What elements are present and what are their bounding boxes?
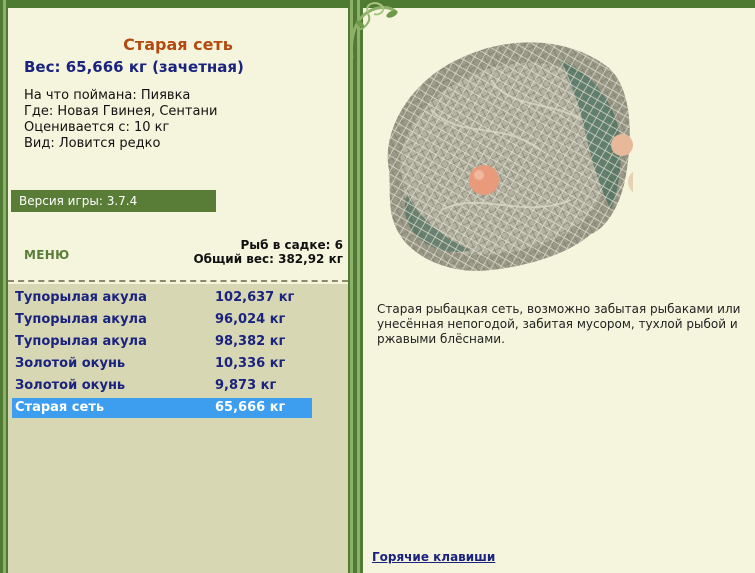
fishing-net-image bbox=[387, 42, 633, 271]
frame-stripe-left bbox=[3, 0, 6, 573]
keepnet-total-weight: Общий вес: 382,92 кг bbox=[193, 252, 343, 266]
catch-row[interactable]: Золотой окунь 9,873 кг bbox=[12, 376, 312, 396]
divider bbox=[8, 280, 348, 282]
catch-weight: 96,024 кг bbox=[215, 312, 286, 327]
catch-name: Тупорылая акула bbox=[15, 290, 147, 305]
catch-name: Золотой окунь bbox=[15, 378, 126, 393]
keepnet-count: Рыб в садке: 6 bbox=[240, 238, 344, 252]
catch-row[interactable]: Золотой окунь 10,336 кг bbox=[12, 354, 312, 374]
valued-from-line: Оценивается с: 10 кг bbox=[24, 120, 170, 135]
fish-description: Старая рыбацкая сеть, возможно забытая р… bbox=[377, 302, 741, 346]
catch-name: Тупорылая акула bbox=[15, 312, 147, 327]
vine-ornament bbox=[350, 2, 398, 59]
catch-weight: 98,382 кг bbox=[215, 334, 286, 349]
frame-stripe-mid-right bbox=[357, 0, 360, 573]
catch-list: Тупорылая акула 102,637 кг Тупорылая аку… bbox=[8, 284, 348, 573]
catch-name: Тупорылая акула bbox=[15, 334, 147, 349]
catch-row[interactable]: Тупорылая акула 96,024 кг bbox=[12, 310, 312, 330]
location-line: Где: Новая Гвинея, Сентани bbox=[24, 104, 218, 119]
catch-weight: 65,666 кг bbox=[215, 400, 286, 415]
catch-weight: 9,873 кг bbox=[215, 378, 277, 393]
fish-detail-panel: Старая рыбацкая сеть, возможно забытая р… bbox=[363, 8, 755, 573]
catch-name: Старая сеть bbox=[15, 400, 105, 415]
fish-title: Старая сеть bbox=[123, 35, 233, 54]
fish-weight: Вес: 65,666 кг (зачетная) bbox=[24, 58, 244, 76]
catch-weight: 10,336 кг bbox=[215, 356, 286, 371]
caught-on-line: На что поймана: Пиявка bbox=[24, 88, 191, 103]
catch-weight: 102,637 кг bbox=[215, 290, 295, 305]
catch-row[interactable]: Тупорылая акула 102,637 кг bbox=[12, 288, 312, 308]
kind-line: Вид: Ловится редко bbox=[24, 136, 161, 151]
fish-info-panel: Старая сеть Вес: 65,666 кг (зачетная) На… bbox=[8, 8, 348, 573]
hotkeys-link[interactable]: Горячие клавиши bbox=[372, 550, 495, 564]
menu-button[interactable]: МЕНЮ bbox=[24, 248, 69, 262]
catch-row[interactable]: Тупорылая акула 98,382 кг bbox=[12, 332, 312, 352]
catch-row[interactable]: Старая сеть 65,666 кг bbox=[12, 398, 312, 418]
version-bar: Версия игры: 3.7.4 bbox=[11, 190, 216, 212]
frame-stripe-mid-left bbox=[350, 0, 353, 573]
catch-name: Золотой окунь bbox=[15, 356, 126, 371]
